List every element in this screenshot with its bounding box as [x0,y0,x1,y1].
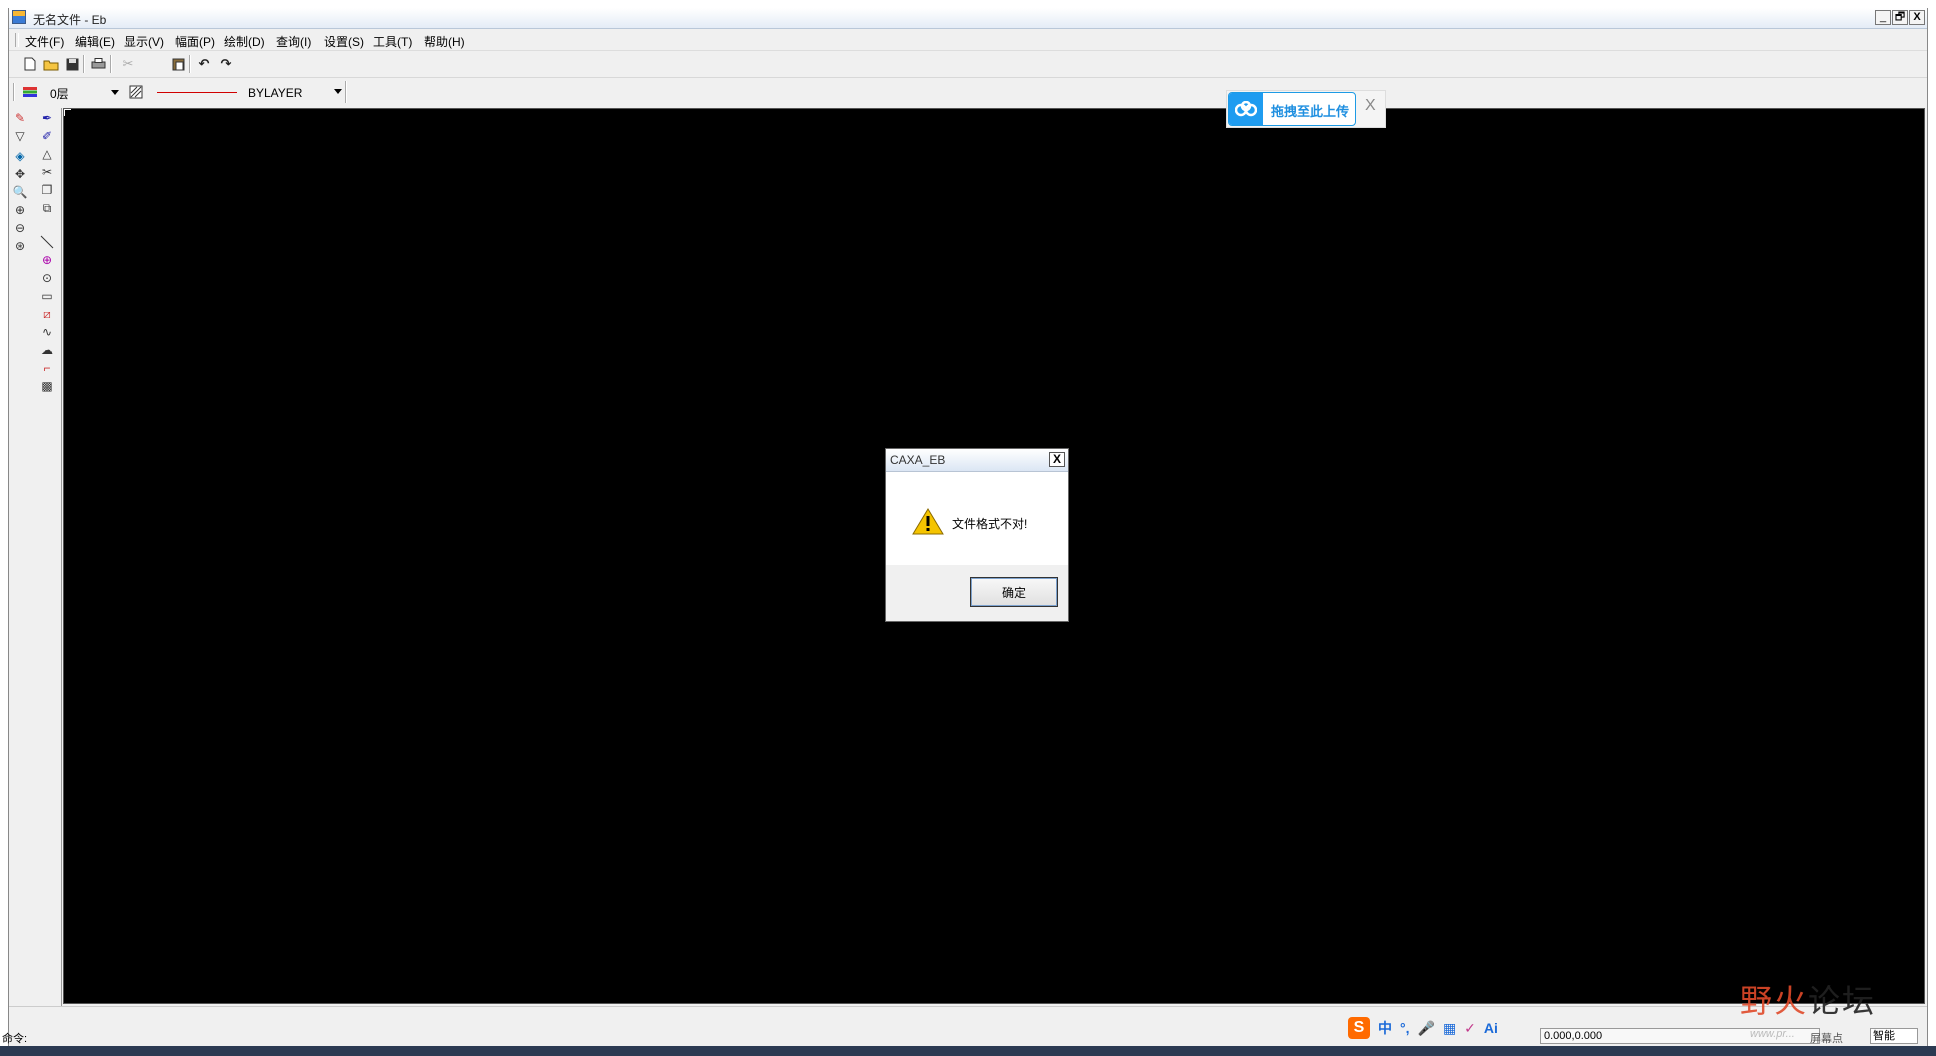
dialog-body: 文件格式不对! [886,472,1068,565]
screen-point-label: 屏幕点 [1810,1033,1843,1045]
brush-icon[interactable]: ✐ [39,128,55,144]
ime-keyboard-icon[interactable]: ▦ [1443,1020,1456,1037]
close-button[interactable]: X [1909,10,1925,25]
menu-help[interactable]: 帮助(H) [424,33,465,50]
snap-mode-select[interactable]: 智能 [1870,1028,1918,1044]
dialog-close-button[interactable]: X [1049,452,1065,467]
new-file-icon[interactable] [21,55,39,73]
ime-punctuation[interactable]: °, [1400,1020,1410,1036]
open-folder-icon[interactable] [42,55,60,73]
linetype-value: BYLAYER [248,86,303,100]
copy-icon[interactable]: ❐ [39,182,55,198]
eraser-icon[interactable]: ✎ [12,110,28,126]
menu-settings[interactable]: 设置(S) [324,33,364,50]
upload-close-icon[interactable]: X [1365,97,1376,115]
left-toolbars: ✎ ▽ ◈ ✥ 🔍 ⊕ ⊖ ⊛ ✒ ✐ △ ✂ ❐ ⧉ ⊕ ⊙ ▭ ⧄ ∿ ☁ … [9,108,62,1008]
app-window: 无名文件 - Eb _ 🗗 X 文件(F) 编辑(E) 显示(V) 幅面(P) … [8,8,1928,1056]
cloud-icon[interactable]: ☁ [39,342,55,358]
upload-button[interactable]: 拖拽至此上传 [1228,92,1356,126]
filter-icon[interactable]: ▽ [12,128,28,144]
warning-icon [912,507,944,538]
upload-widget: 拖拽至此上传 X [1226,90,1386,128]
watermark-black-text: 论坛 [1808,982,1877,1020]
circle-icon[interactable]: ⊙ [39,270,55,286]
toolbar-separator [189,55,191,73]
upload-label: 拖拽至此上传 [1271,104,1350,119]
circle-center-icon[interactable]: ⊕ [39,252,55,268]
menu-tools[interactable]: 工具(T) [373,33,412,50]
layer-icon[interactable] [21,83,39,101]
message-dialog: CAXA_EB X 文件格式不对! 确定 [885,448,1069,622]
layer-value: 0层 [50,87,69,101]
menu-sheet[interactable]: 幅面(P) [175,33,215,50]
rectangle-icon[interactable]: ▭ [39,288,55,304]
watermark-url: www.pr... [1750,1028,1795,1040]
toolbar-separator [345,81,347,103]
paste-icon[interactable] [169,55,187,73]
redo-icon[interactable]: ↷ [217,55,235,73]
linetype-icon[interactable] [127,83,145,101]
ime-toolbar: S 中 °, 🎤 ▦ ✓ Ai [1348,1016,1498,1040]
menu-draw[interactable]: 绘制(D) [224,33,265,50]
cut-icon[interactable]: ✂ [119,55,137,73]
scissors-icon[interactable]: ✂ [39,164,55,180]
standard-toolbar: ✂ ↶ ↷ [9,51,1927,78]
menu-file[interactable]: 文件(F) [25,33,64,50]
forum-watermark: 野火论坛 [1740,976,1876,1022]
ime-microphone-icon[interactable]: 🎤 [1418,1020,1435,1037]
title-bar: 无名文件 - Eb _ 🗗 X [9,8,1927,29]
ucs-marker [64,109,71,116]
app-icon[interactable] [12,10,26,24]
watermark-red-text: 野火 [1740,982,1809,1020]
windows-taskbar [0,1046,1936,1056]
minimize-button[interactable]: _ [1875,10,1891,25]
undo-icon[interactable]: ↶ [195,55,213,73]
pen-icon[interactable]: ✒ [39,110,55,126]
polyline-icon[interactable]: ⌐ [39,360,55,376]
pan-icon[interactable]: ✥ [12,166,28,182]
dialog-message: 文件格式不对! [952,517,1028,531]
hatch-icon[interactable]: ⧄ [39,306,55,322]
zoom-all-icon[interactable]: ⊛ [12,238,28,254]
linetype-select[interactable]: BYLAYER [149,83,349,101]
block-icon[interactable]: ⧉ [39,200,55,216]
triangle-icon[interactable]: △ [39,146,55,162]
chevron-down-icon[interactable] [334,89,342,94]
window-title: 无名文件 - Eb [33,13,107,27]
chevron-down-icon[interactable] [111,90,119,95]
save-icon[interactable] [63,55,81,73]
menu-view[interactable]: 显示(V) [124,33,164,50]
ime-ai-button[interactable]: Ai [1484,1020,1498,1036]
toolbar-separator [83,55,85,73]
menu-query[interactable]: 查询(I) [276,33,311,50]
line-icon[interactable] [39,234,55,250]
command-prompt: 命令: [2,1033,28,1045]
zoom-window-icon[interactable]: ⊕ [12,202,28,218]
ime-chinese-mode[interactable]: 中 [1378,1018,1392,1038]
cloud-icon [1229,93,1263,125]
spline-icon[interactable]: ∿ [39,324,55,340]
pattern-icon[interactable]: ▩ [39,378,55,394]
ok-button[interactable]: 确定 [970,577,1058,607]
menu-bar: 文件(F) 编辑(E) 显示(V) 幅面(P) 绘制(D) 查询(I) 设置(S… [9,30,1927,51]
linetype-preview [157,92,237,93]
zoom-in-icon[interactable]: 🔍 [12,184,28,200]
zoom-out-icon[interactable]: ⊖ [12,220,28,236]
toolbar-grip [13,83,15,101]
paint-icon[interactable]: ◈ [12,148,28,164]
sogou-logo-icon[interactable]: S [1348,1017,1370,1039]
toolbar-separator [110,55,112,73]
restore-button[interactable]: 🗗 [1892,10,1908,25]
dialog-title-bar: CAXA_EB X [886,449,1068,472]
print-icon[interactable] [89,55,107,73]
menubar-grip [15,33,19,47]
property-toolbar: 0层 BYLAYER [9,78,1927,106]
ime-skin-icon[interactable]: ✓ [1464,1020,1476,1037]
menu-edit[interactable]: 编辑(E) [75,33,115,50]
layer-select[interactable]: 0层 [47,83,123,101]
dialog-title: CAXA_EB [890,453,946,467]
